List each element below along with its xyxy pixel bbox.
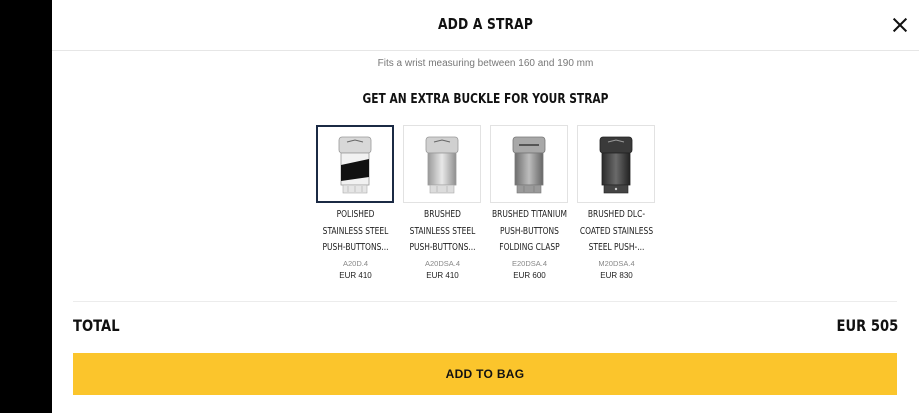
buckle-list: POLISHED STAINLESS STEEL PUSH-BUTTONS...… [316, 125, 656, 295]
add-strap-modal: ADD A STRAP Fits a wrist measuring betwe… [52, 0, 919, 413]
buckle-price: EUR 410 [339, 270, 372, 280]
buckle-price: EUR 410 [426, 270, 459, 280]
buckle-thumbnail[interactable] [403, 125, 481, 203]
buckle-reference: A20DSA.4 [424, 258, 461, 268]
fit-note: Fits a wrist measuring between 160 and 1… [377, 58, 594, 69]
divider [73, 301, 897, 302]
buckle-reference: E20DSA.4 [511, 258, 548, 268]
buckle-option-titanium[interactable]: BRUSHED TITANIUM PUSH-BUTTONS FOLDING CL… [490, 125, 577, 282]
buckle-thumbnail[interactable] [490, 125, 568, 203]
titanium-buckle-icon [512, 136, 546, 194]
add-to-bag-button[interactable]: ADD TO BAG [73, 353, 897, 395]
buckle-name: POLISHED STAINLESS STEEL PUSH-BUTTONS... [322, 209, 389, 253]
modal-title: ADD A STRAP [437, 15, 534, 33]
buckle-reference: M20DSA.4 [598, 258, 635, 268]
buckle-thumbnail[interactable] [577, 125, 655, 203]
buckle-reference: A20D.4 [342, 258, 369, 268]
buckle-option-polished[interactable]: POLISHED STAINLESS STEEL PUSH-BUTTONS...… [316, 125, 403, 282]
polished-buckle-icon [338, 136, 372, 194]
buckle-option-dlc[interactable]: BRUSHED DLC-COATED STAINLESS STEEL PUSH-… [577, 125, 664, 282]
total-label: TOTAL [73, 316, 120, 335]
brushed-buckle-icon [425, 136, 459, 194]
dlc-buckle-icon [599, 136, 633, 194]
buckle-price: EUR 830 [600, 270, 633, 280]
buckle-name: BRUSHED DLC-COATED STAINLESS STEEL PUSH-… [579, 209, 654, 253]
buckle-section-title: GET AN EXTRA BUCKLE FOR YOUR STRAP [362, 92, 609, 107]
close-icon[interactable] [891, 16, 909, 34]
buckle-name: BRUSHED STAINLESS STEEL PUSH-BUTTONS... [409, 209, 476, 253]
total-value: EUR 505 [836, 316, 898, 335]
buckle-name: BRUSHED TITANIUM PUSH-BUTTONS FOLDING CL… [492, 209, 567, 253]
backdrop-overlay[interactable] [0, 0, 52, 413]
buckle-option-brushed-steel[interactable]: BRUSHED STAINLESS STEEL PUSH-BUTTONS... … [403, 125, 490, 282]
buckle-price: EUR 600 [513, 270, 546, 280]
buckle-thumbnail[interactable] [316, 125, 394, 203]
modal-header: ADD A STRAP [52, 0, 919, 51]
